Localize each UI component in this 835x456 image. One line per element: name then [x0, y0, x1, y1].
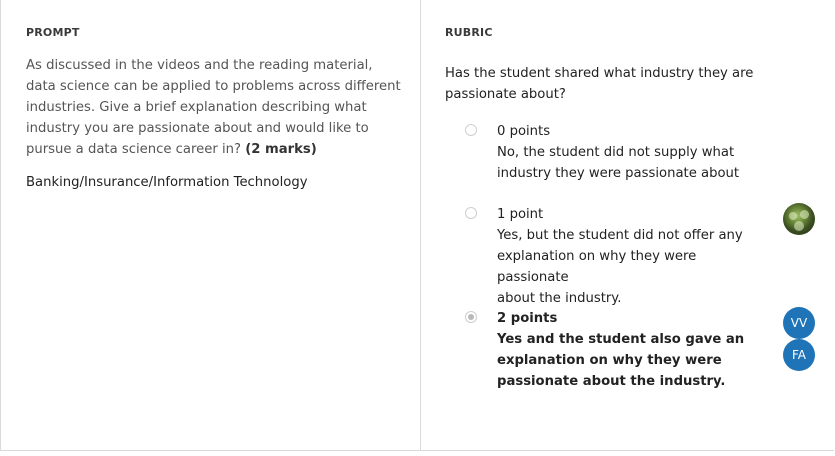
prompt-line: industries. Give a brief explanation des…	[26, 100, 367, 115]
option-body: 0 points No, the student did not supply …	[497, 121, 767, 184]
prompt-question: As discussed in the videos and the readi…	[26, 55, 406, 160]
panel-divider	[420, 0, 421, 451]
option-description-line: about the industry.	[497, 291, 622, 306]
avatar-photo-detail	[794, 221, 804, 231]
option-description-line: passionate about the industry.	[497, 374, 726, 389]
option-points: 2 points	[497, 311, 558, 326]
prompt-line: As discussed in the videos and the readi…	[26, 58, 373, 73]
option-body: 2 points Yes and the student also gave a…	[497, 308, 767, 392]
radio-button-selected[interactable]	[465, 311, 477, 323]
prompt-line-text: pursue a data science career in?	[26, 142, 246, 157]
prompt-line: pursue a data science career in? (2 mark…	[26, 139, 406, 160]
option-description-line: explanation on why they were passionate	[497, 249, 697, 285]
avatar-photo-detail	[789, 212, 797, 220]
rubric-question-line: passionate about?	[445, 87, 566, 102]
grader-avatar-vv[interactable]: VV	[783, 307, 815, 339]
prompt-heading: PROMPT	[26, 26, 80, 39]
option-description-line: Yes and the student also gave an	[497, 332, 745, 347]
option-points: 1 point	[497, 207, 544, 222]
prompt-line: industry you are passionate about and wo…	[26, 121, 369, 136]
rubric-question-line: Has the student shared what industry the…	[445, 66, 754, 81]
avatar-initials: VV	[790, 316, 808, 330]
option-description-line: No, the student did not supply what	[497, 145, 735, 160]
prompt-line: data science can be applied to problems …	[26, 79, 401, 94]
radio-button[interactable]	[465, 124, 477, 136]
grader-avatar-fa[interactable]: FA	[783, 339, 815, 371]
student-answer: Banking/Insurance/Information Technology	[26, 175, 308, 190]
avatar-photo-detail	[800, 210, 809, 219]
rubric-question: Has the student shared what industry the…	[445, 63, 775, 105]
grader-avatar-photo[interactable]	[783, 203, 815, 235]
option-description-line: Yes, but the student did not offer any	[497, 228, 743, 243]
option-body: 1 point Yes, but the student did not off…	[497, 204, 767, 309]
rubric-heading: RUBRIC	[445, 26, 493, 39]
radio-button[interactable]	[465, 207, 477, 219]
avatar-initials: FA	[791, 348, 806, 362]
option-points: 0 points	[497, 124, 551, 139]
option-description-line: explanation on why they were	[497, 353, 722, 368]
option-description-line: industry they were passionate about	[497, 166, 740, 181]
prompt-marks: (2 marks)	[245, 142, 317, 157]
